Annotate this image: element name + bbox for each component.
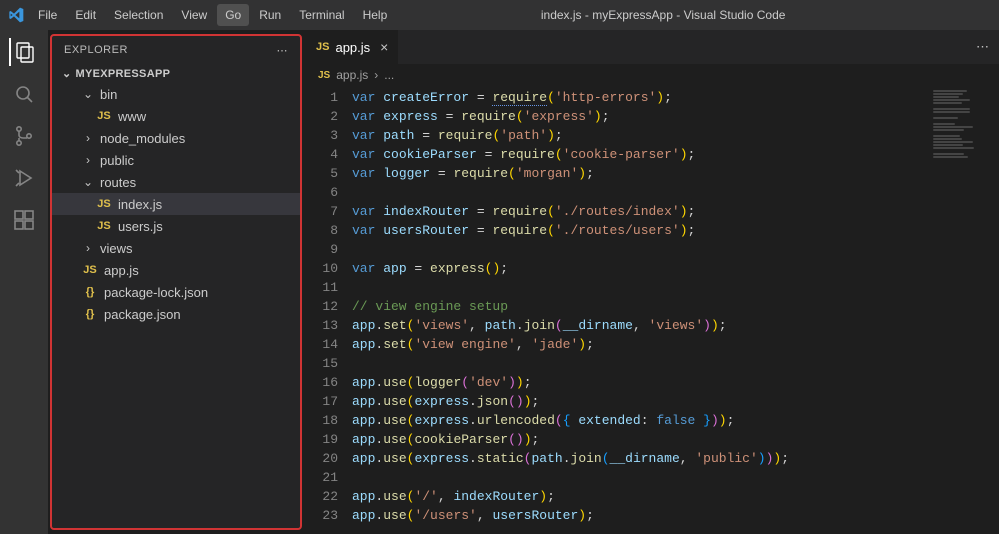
tree-item-label: public <box>100 153 134 168</box>
explorer-header: EXPLORER ⋯ <box>52 36 300 64</box>
js-file-icon: JS <box>96 110 112 122</box>
js-file-icon: JS <box>316 41 329 53</box>
file-www[interactable]: JS www <box>52 105 300 127</box>
menu-go[interactable]: Go <box>217 4 249 26</box>
js-file-icon: JS <box>318 70 330 81</box>
json-file-icon: {} <box>82 286 98 298</box>
tree-item-label: routes <box>100 175 136 190</box>
file-app.js[interactable]: JS app.js <box>52 259 300 281</box>
js-file-icon: JS <box>96 198 112 210</box>
editor-more-icon[interactable]: ⋯ <box>976 39 989 55</box>
menu-edit[interactable]: Edit <box>67 4 104 26</box>
chevron-down-icon: ⌄ <box>82 175 94 189</box>
code-content[interactable]: var createError = require('http-errors')… <box>352 86 929 534</box>
breadcrumb-file: app.js <box>336 68 368 82</box>
tree-item-label: node_modules <box>100 131 185 146</box>
file-users.js[interactable]: JS users.js <box>52 215 300 237</box>
tab-label: app.js <box>335 40 370 55</box>
js-file-icon: JS <box>96 220 112 232</box>
activitybar <box>0 30 48 534</box>
close-icon[interactable]: × <box>380 39 388 55</box>
file-package.json[interactable]: {} package.json <box>52 303 300 325</box>
tab-app-js[interactable]: JS app.js × <box>306 30 399 64</box>
folder-bin[interactable]: ⌄ bin <box>52 83 300 105</box>
chevron-down-icon: ⌄ <box>82 87 94 101</box>
tree-item-label: package-lock.json <box>104 285 208 300</box>
json-file-icon: {} <box>82 308 98 320</box>
project-root[interactable]: ⌄ MYEXPRESSAPP <box>52 64 300 83</box>
activity-explorer-icon[interactable] <box>9 38 37 66</box>
folder-node_modules[interactable]: › node_modules <box>52 127 300 149</box>
vscode-logo-icon <box>8 7 24 23</box>
menu-selection[interactable]: Selection <box>106 4 171 26</box>
editor-tabs: JS app.js × ⋯ <box>306 30 999 64</box>
project-name: MYEXPRESSAPP <box>76 68 171 80</box>
explorer-sidebar: EXPLORER ⋯ ⌄ MYEXPRESSAPP ⌄ bin JS www › node… <box>50 34 302 530</box>
breadcrumb-separator: › <box>374 68 378 82</box>
folder-views[interactable]: › views <box>52 237 300 259</box>
menu-file[interactable]: File <box>30 4 65 26</box>
breadcrumb[interactable]: JS app.js › ... <box>306 64 999 86</box>
minimap[interactable] <box>929 86 999 534</box>
folder-public[interactable]: › public <box>52 149 300 171</box>
tree-item-label: www <box>118 109 146 124</box>
chevron-down-icon: ⌄ <box>62 67 72 80</box>
file-index.js[interactable]: JS index.js <box>52 193 300 215</box>
editor-area: JS app.js × ⋯ JS app.js › ... 1234567891… <box>306 30 999 534</box>
window-title: index.js - myExpressApp - Visual Studio … <box>395 8 931 22</box>
chevron-right-icon: › <box>82 153 94 167</box>
explorer-more-icon[interactable]: ⋯ <box>277 44 289 57</box>
file-package-lock.json[interactable]: {} package-lock.json <box>52 281 300 303</box>
activity-search-icon[interactable] <box>10 80 38 108</box>
activity-debug-icon[interactable] <box>10 164 38 192</box>
chevron-right-icon: › <box>82 131 94 145</box>
menu-run[interactable]: Run <box>251 4 289 26</box>
file-tree: ⌄ bin JS www › node_modules › public ⌄ routes JS in… <box>52 83 300 331</box>
line-gutter: 1234567891011121314151617181920212223 <box>306 86 352 534</box>
menubar: FileEditSelectionViewGoRunTerminalHelp <box>30 4 395 26</box>
editor-body: 1234567891011121314151617181920212223 va… <box>306 86 999 534</box>
menu-view[interactable]: View <box>173 4 215 26</box>
menu-terminal[interactable]: Terminal <box>291 4 352 26</box>
tree-item-label: views <box>100 241 133 256</box>
activity-scm-icon[interactable] <box>10 122 38 150</box>
breadcrumb-rest: ... <box>384 68 394 82</box>
activity-extensions-icon[interactable] <box>10 206 38 234</box>
folder-routes[interactable]: ⌄ routes <box>52 171 300 193</box>
workbench: EXPLORER ⋯ ⌄ MYEXPRESSAPP ⌄ bin JS www › node… <box>0 30 999 534</box>
tab-actions: ⋯ <box>966 30 999 64</box>
tree-item-label: index.js <box>118 197 162 212</box>
explorer-title: EXPLORER <box>64 44 128 56</box>
tree-item-label: app.js <box>104 263 139 278</box>
tree-item-label: bin <box>100 87 117 102</box>
tree-item-label: package.json <box>104 307 181 322</box>
chevron-right-icon: › <box>82 241 94 255</box>
menu-help[interactable]: Help <box>355 4 396 26</box>
tree-item-label: users.js <box>118 219 163 234</box>
js-file-icon: JS <box>82 264 98 276</box>
titlebar: FileEditSelectionViewGoRunTerminalHelp i… <box>0 0 999 30</box>
